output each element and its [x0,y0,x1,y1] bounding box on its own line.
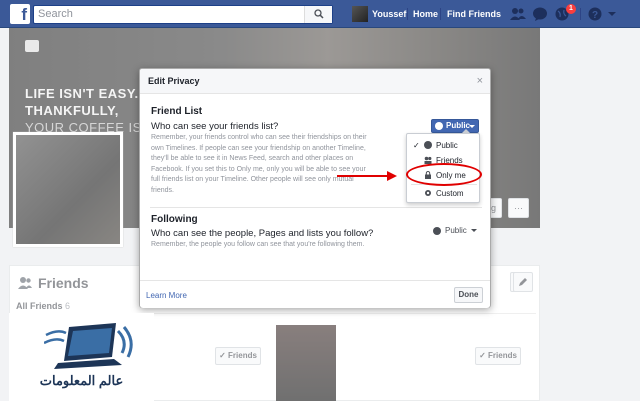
dialog-title: Edit Privacy [148,76,200,86]
menu-item-public[interactable]: ✓ Public [407,138,479,153]
help-icon[interactable]: ? [588,7,604,21]
audience-label: Public [445,226,467,235]
arrow-icon [337,171,397,181]
friend-list-description: Remember, your friends control who can s… [151,134,367,194]
menu-item-label: Custom [436,189,464,198]
following-question: Who can see the people, Pages and lists … [151,228,374,239]
close-icon[interactable]: × [477,75,483,87]
watermark-logo: عالم المعلومات [9,313,154,401]
friend-requests-icon[interactable] [510,7,526,21]
dialog-footer: Learn More Done [140,280,490,308]
divider [150,207,482,208]
profile-name-link[interactable]: Youssef [372,9,406,19]
notification-badge: 1 [566,4,576,14]
menu-item-custom[interactable]: Custom [407,186,479,201]
following-audience-selector[interactable]: Public [433,226,477,235]
search-icon [314,9,324,19]
chevron-down-icon [470,229,477,233]
search-input[interactable]: Search [33,5,333,24]
messages-icon[interactable] [532,7,548,21]
facebook-logo[interactable]: f [10,4,30,24]
following-title: Following [151,214,198,225]
avatar[interactable] [352,6,368,22]
dialog-header: Edit Privacy × [140,69,490,94]
laptop-icon [44,323,133,369]
search-button[interactable] [304,6,332,23]
svg-text:?: ? [592,10,598,21]
nav-divider [407,8,408,20]
chevron-down-icon[interactable] [607,7,623,21]
top-navbar: f Search Youssef Home Find Friends 1 ? [0,0,640,28]
nav-divider [580,8,581,20]
following-description: Remember, the people you follow can see … [151,241,365,248]
friend-list-question: Who can see your friends list? [151,121,279,132]
learn-more-link[interactable]: Learn More [146,291,187,300]
highlight-oval [406,163,482,186]
done-button[interactable]: Done [454,287,483,303]
friend-list-audience-selector[interactable]: Public [431,119,479,133]
check-icon: ✓ [413,141,420,150]
chevron-down-icon [469,125,475,128]
find-friends-link[interactable]: Find Friends [447,9,501,19]
watermark-text: عالم المعلومات [39,373,124,388]
globe-icon [433,227,441,235]
home-link[interactable]: Home [413,9,438,19]
gear-icon [425,190,431,196]
globe-icon [435,122,443,130]
globe-icon [424,141,432,149]
friend-list-title: Friend List [151,106,203,117]
menu-item-label: Public [436,141,458,150]
nav-divider [440,8,441,20]
